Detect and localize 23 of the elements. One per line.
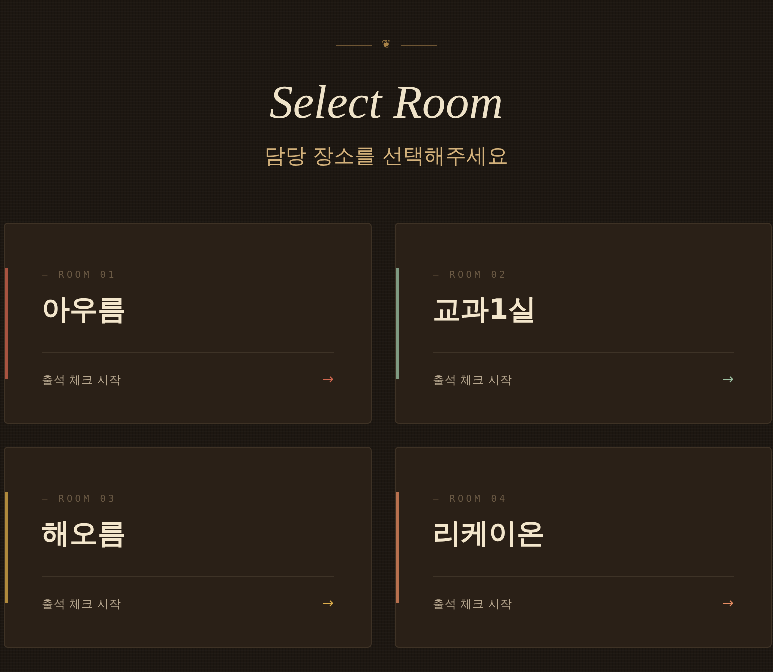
- room-name: 리케이온: [433, 516, 545, 552]
- room-card[interactable]: — ROOM 02 교과1실 출석 체크 시작 →: [395, 223, 772, 424]
- arrow-icon: →: [322, 370, 334, 390]
- room-card[interactable]: — ROOM 03 해오름 출석 체크 시작 →: [4, 447, 372, 648]
- arrow-icon: →: [322, 594, 334, 614]
- start-attendance-text: 출석 체크 시작: [433, 372, 512, 389]
- floral-ornament-icon: ❦: [382, 37, 392, 53]
- room-label: — ROOM 04: [433, 494, 508, 506]
- room-name: 해오름: [42, 516, 126, 552]
- room-label: — ROOM 02: [433, 270, 508, 282]
- room-name: 아우름: [42, 292, 126, 328]
- page-subtitle: 담당 장소를 선택해주세요: [264, 143, 509, 170]
- room-name: 교과1실: [433, 292, 536, 328]
- room-label: — ROOM 03: [42, 494, 117, 506]
- arrow-icon: →: [722, 594, 734, 614]
- room-card[interactable]: — ROOM 01 아우름 출석 체크 시작 →: [4, 223, 372, 424]
- start-attendance-text: 출석 체크 시작: [42, 596, 122, 613]
- room-label: — ROOM 01: [42, 270, 117, 282]
- start-attendance-text: 출석 체크 시작: [42, 372, 122, 389]
- arrow-icon: →: [722, 370, 734, 390]
- start-attendance-text: 출석 체크 시작: [433, 596, 512, 613]
- room-card[interactable]: — ROOM 04 리케이온 출석 체크 시작 →: [395, 447, 772, 648]
- page-title: Select Room: [270, 76, 504, 131]
